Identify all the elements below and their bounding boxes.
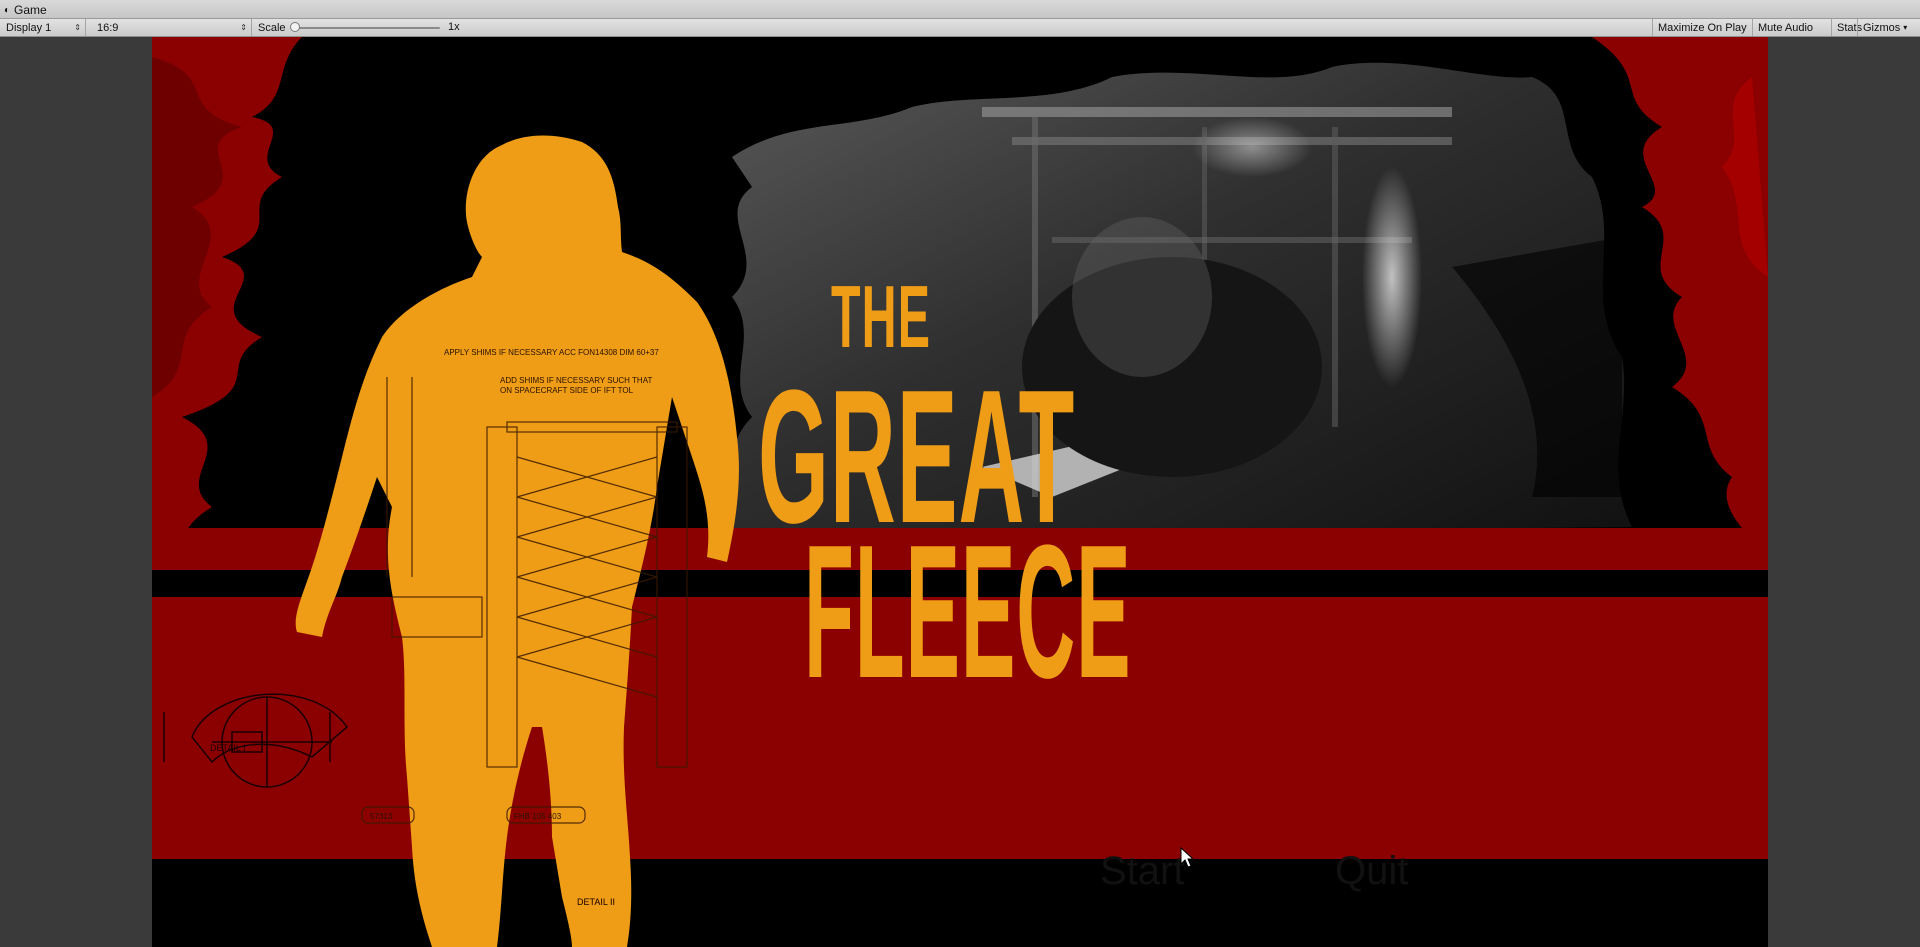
maximize-on-play-label: Maximize On Play bbox=[1658, 21, 1747, 34]
dropdown-arrow-icon: ▾ bbox=[1903, 23, 1908, 32]
display-label: Display 1 bbox=[6, 21, 52, 34]
dropdown-arrows-icon: ⇕ bbox=[74, 23, 81, 32]
quit-button[interactable]: Quit bbox=[1335, 849, 1408, 894]
scale-slider-track[interactable] bbox=[295, 27, 440, 29]
display-dropdown[interactable]: Display 1 ⇕ bbox=[0, 19, 86, 36]
black-band-bottom bbox=[152, 859, 1768, 947]
gizmos-label: Gizmos bbox=[1863, 21, 1901, 34]
title-the: THE bbox=[831, 267, 932, 366]
mute-audio-toggle[interactable]: Mute Audio bbox=[1752, 19, 1818, 36]
game-tab[interactable]: ◐ Game bbox=[4, 2, 47, 18]
dropdown-arrows-icon: ⇕ bbox=[240, 23, 247, 32]
start-button[interactable]: Start bbox=[1100, 849, 1184, 894]
aspect-label: 16:9 bbox=[97, 21, 119, 34]
title-fleece: FLEECE bbox=[804, 506, 1132, 718]
blueprint-detail-2: DETAIL II bbox=[577, 897, 615, 907]
blueprint-ref-1: 57313 bbox=[370, 812, 393, 821]
aspect-dropdown[interactable]: 16:9 ⇕ bbox=[91, 19, 252, 36]
gizmos-dropdown[interactable]: Gizmos ▾ bbox=[1857, 19, 1912, 36]
game-view-toolbar: Display 1 ⇕ 16:9 ⇕ Scale 1x Maximize On … bbox=[0, 19, 1920, 37]
blueprint-note-2a: ADD SHIMS IF NECESSARY SUCH THAT bbox=[500, 376, 652, 385]
blueprint-ref-2: FHB 105 403 bbox=[514, 812, 562, 821]
game-view-icon: ◐ bbox=[4, 4, 11, 16]
game-tab-label: Game bbox=[14, 3, 47, 17]
scale-label: Scale bbox=[258, 21, 286, 34]
blueprint-note-2b: ON SPACECRAFT SIDE OF IFT TOL bbox=[500, 386, 634, 395]
scale-value: 1x bbox=[448, 21, 460, 33]
mouse-cursor-icon bbox=[1180, 847, 1194, 868]
blueprint-note-1: APPLY SHIMS IF NECESSARY ACC FON14308 DI… bbox=[444, 348, 659, 357]
game-viewport: APPLY SHIMS IF NECESSARY ACC FON14308 DI… bbox=[152, 37, 1768, 947]
editor-tab-bar: ◐ Game bbox=[0, 0, 1920, 19]
red-brush-left bbox=[152, 37, 302, 597]
mute-audio-label: Mute Audio bbox=[1758, 21, 1814, 34]
maximize-on-play-toggle[interactable]: Maximize On Play bbox=[1652, 19, 1752, 36]
scale-slider-knob[interactable] bbox=[290, 22, 300, 32]
blueprint-detail-1: DETAIL I bbox=[210, 743, 246, 753]
